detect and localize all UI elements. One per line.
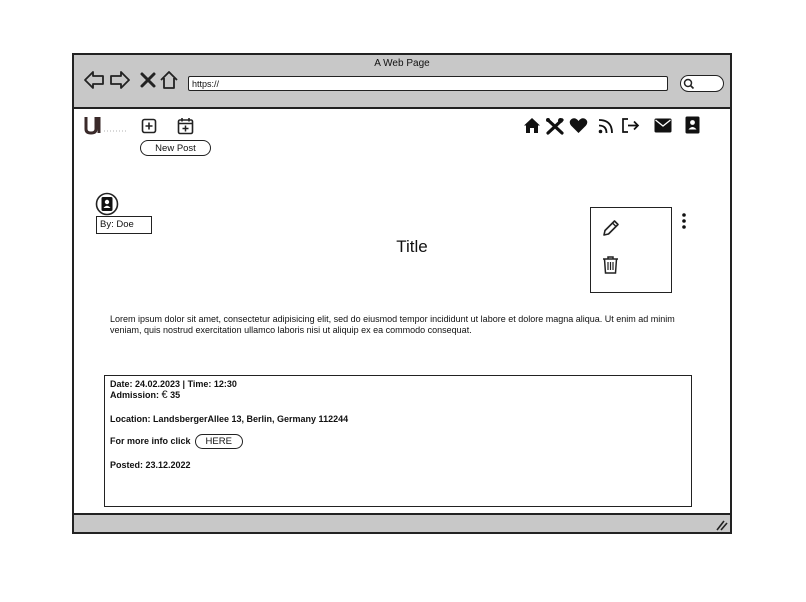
url-input[interactable]: https:// [188,76,668,91]
author-label: By: Doe [96,216,152,234]
posted-date: Posted: 23.12.2022 [110,460,191,470]
rss-icon[interactable] [598,118,614,134]
page-content: New Post By: Doe Title Lorem ipsum dolor… [74,109,730,515]
admission-label: Admission: [110,390,160,400]
tools-icon[interactable] [545,117,565,135]
more-info-row: For more info click HERE [110,434,243,449]
logo-icon [84,117,126,135]
more-vertical-icon[interactable] [680,212,688,230]
more-info-text: For more info click [110,435,191,446]
pencil-icon[interactable] [601,218,621,238]
event-admission: Admission: € 35 [110,389,180,401]
user-avatar-icon [95,192,119,216]
plus-square-icon[interactable] [141,118,157,134]
heart-icon[interactable] [569,117,588,134]
trash-icon[interactable] [601,255,620,275]
browser-chrome: A Web Page https:// [74,55,730,109]
here-link[interactable]: HERE [194,434,243,449]
admission-value: 35 [170,390,181,400]
sign-out-icon[interactable] [621,117,640,134]
search-icon [683,78,695,90]
user-icon[interactable] [685,116,700,134]
search-box[interactable] [680,75,724,92]
new-post-tooltip: New Post [140,140,211,156]
back-icon[interactable] [83,69,105,91]
close-icon[interactable] [137,69,159,91]
event-date: Date: 24.02.2023 | Time: 12:30 [110,379,237,389]
home-icon[interactable] [523,117,541,134]
browser-window: A Web Page https:// New Post By: Doe Tit… [72,53,732,534]
euro-icon: € [161,389,168,401]
forward-icon[interactable] [109,69,131,91]
resize-grip-icon[interactable] [714,519,728,531]
event-details-panel: Date: 24.02.2023 | Time: 12:30 Admission… [104,375,692,507]
post-body: Lorem ipsum dolor sit amet, consectetur … [110,314,675,335]
home-icon[interactable] [158,69,180,91]
post-actions-menu [590,207,672,293]
window-title: A Web Page [374,58,430,69]
mail-icon[interactable] [654,118,672,133]
event-location: Location: LandsbergerAllee 13, Berlin, G… [110,414,349,424]
status-bar [74,513,730,532]
calendar-plus-icon[interactable] [177,117,194,135]
